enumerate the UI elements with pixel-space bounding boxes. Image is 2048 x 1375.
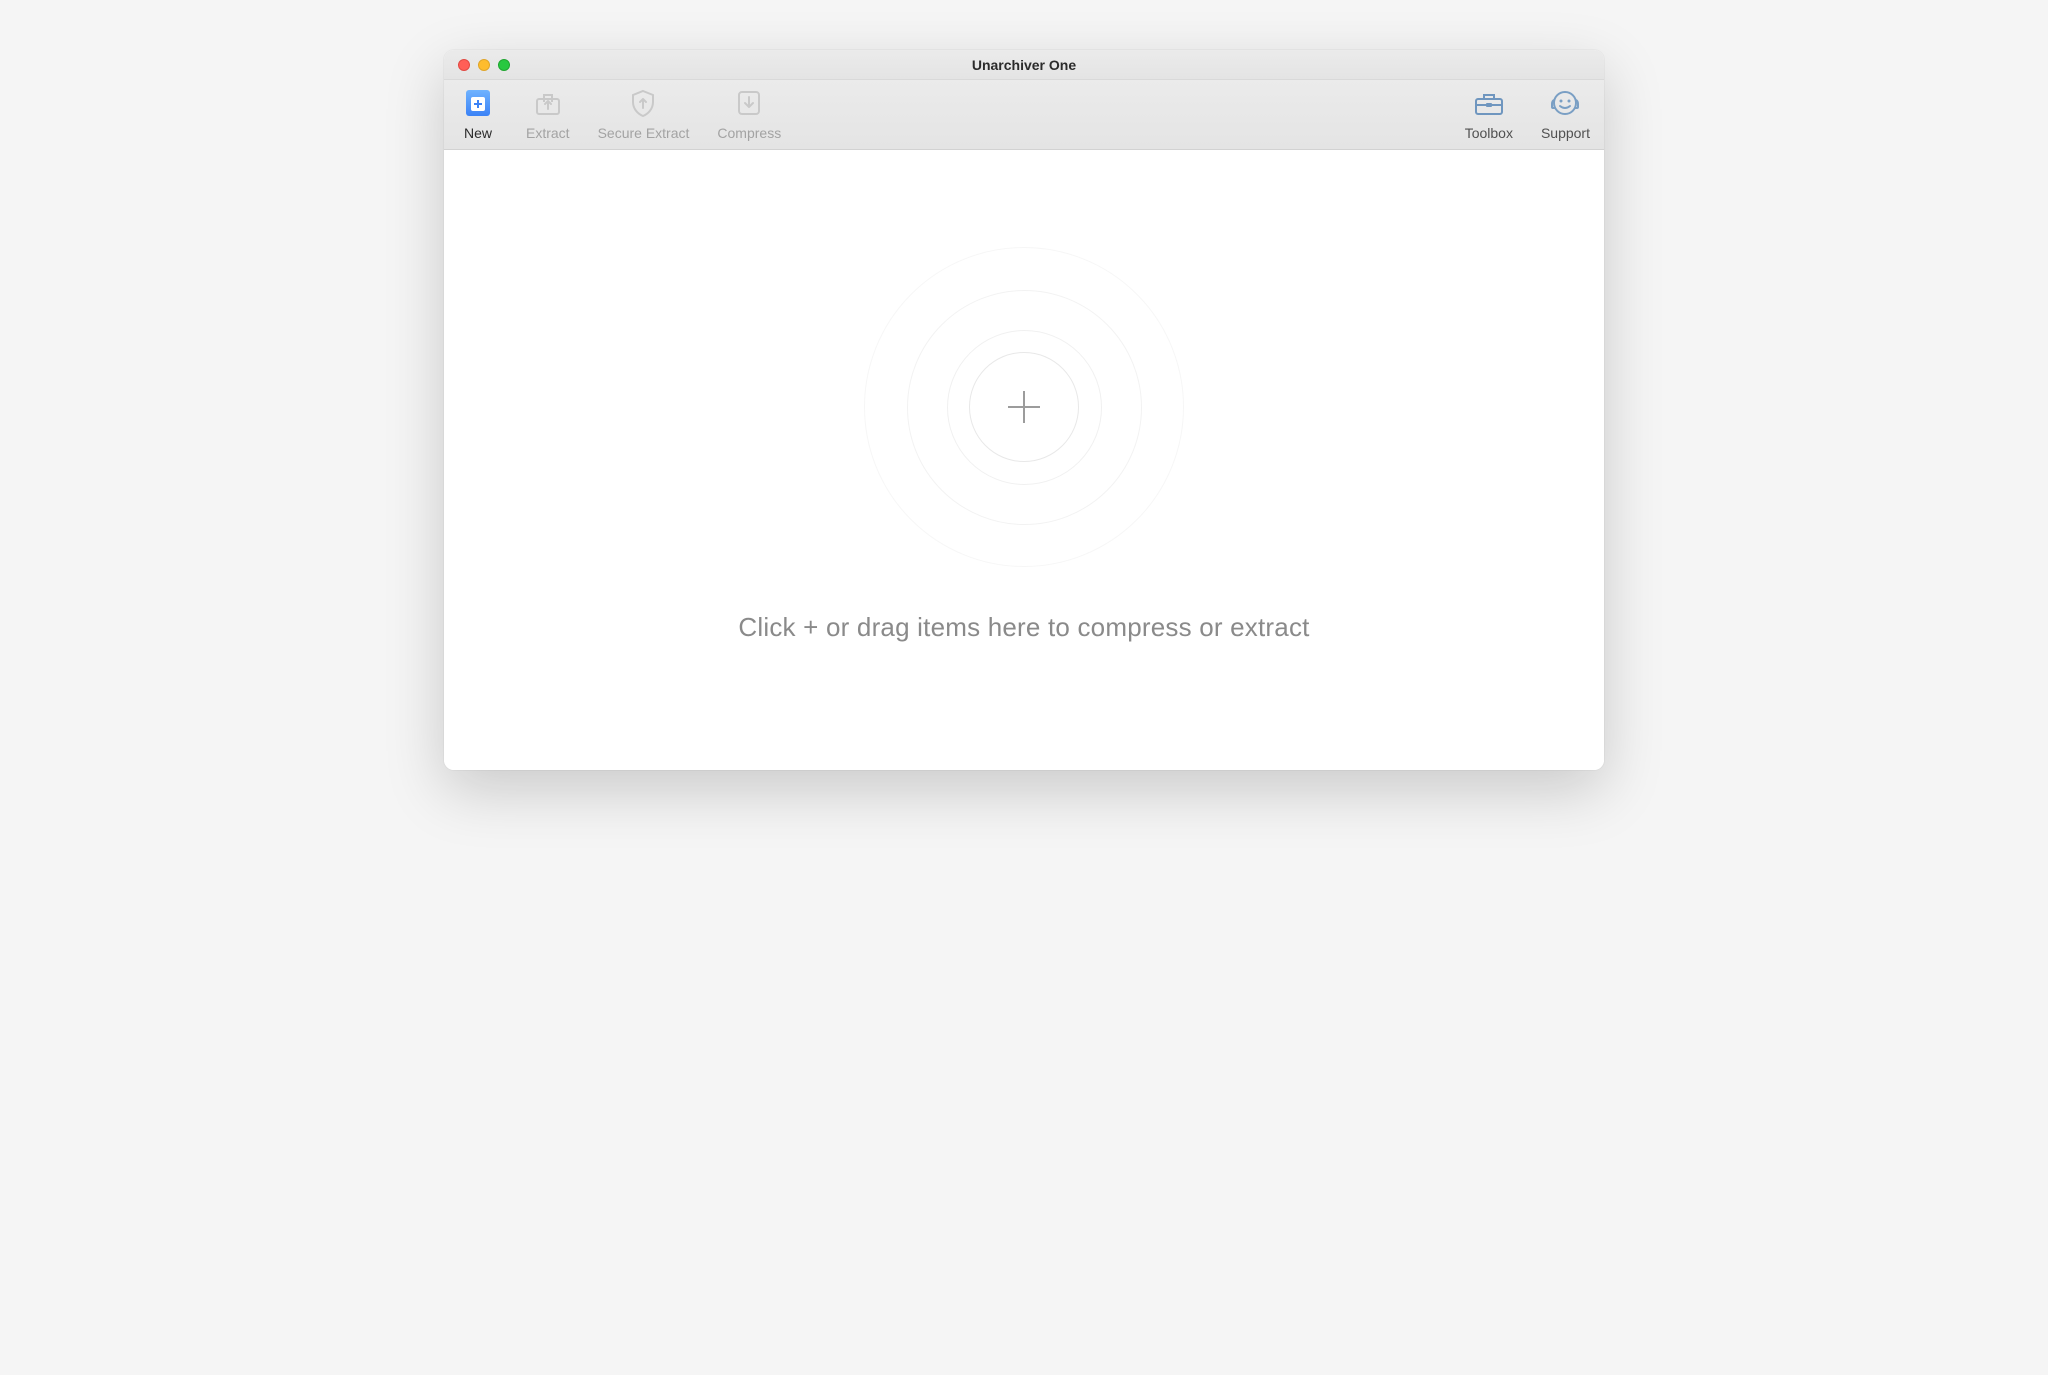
toolbar-left-group: New Extract (458, 86, 781, 141)
secure-extract-button[interactable]: Secure Extract (598, 86, 690, 141)
add-items-button[interactable] (969, 352, 1079, 462)
drop-hint-text: Click + or drag items here to compress o… (738, 612, 1309, 643)
support-icon (1548, 86, 1582, 120)
toolbox-button-label: Toolbox (1465, 125, 1513, 141)
compress-icon (732, 86, 766, 120)
window-title: Unarchiver One (444, 57, 1604, 73)
extract-button-label: Extract (526, 125, 570, 141)
minimize-window-button[interactable] (478, 59, 490, 71)
close-window-button[interactable] (458, 59, 470, 71)
extract-button[interactable]: Extract (526, 86, 570, 141)
toolbar: New Extract (444, 80, 1604, 150)
new-file-icon (461, 86, 495, 120)
toolbox-icon (1472, 86, 1506, 120)
zoom-window-button[interactable] (498, 59, 510, 71)
titlebar: Unarchiver One (444, 50, 1604, 80)
drop-zone[interactable]: Click + or drag items here to compress o… (444, 150, 1604, 770)
secure-extract-button-label: Secure Extract (598, 125, 690, 141)
compress-button-label: Compress (717, 125, 781, 141)
compress-button[interactable]: Compress (717, 86, 781, 141)
support-button[interactable]: Support (1541, 86, 1590, 141)
extract-icon (531, 86, 565, 120)
support-button-label: Support (1541, 125, 1590, 141)
plus-icon (1002, 385, 1046, 429)
app-window: Unarchiver One (444, 50, 1604, 770)
toolbar-right-group: Toolbox Support (1465, 86, 1590, 141)
shield-icon (626, 86, 660, 120)
drop-target-graphic (864, 247, 1184, 567)
toolbox-button[interactable]: Toolbox (1465, 86, 1513, 141)
window-controls (444, 59, 510, 71)
new-button-label: New (464, 125, 492, 141)
new-button[interactable]: New (458, 86, 498, 141)
